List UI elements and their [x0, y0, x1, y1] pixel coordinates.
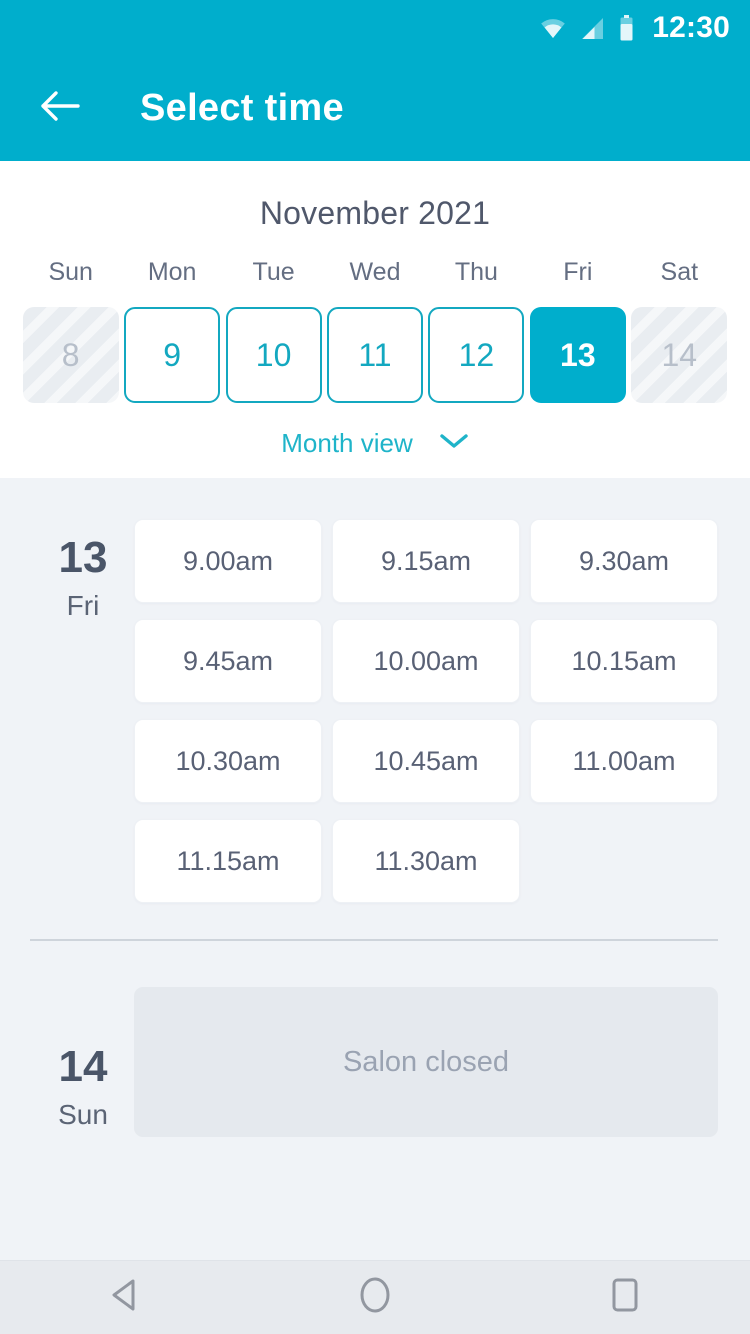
arrow-left-icon — [39, 89, 81, 128]
chevron-down-icon — [439, 432, 469, 455]
schedule-day-13: 13 Fri 9.00am 9.15am 9.30am 9.45am 10.00… — [0, 478, 750, 919]
date-row: 8 9 10 11 12 13 14 — [0, 307, 750, 403]
back-button[interactable] — [22, 71, 98, 147]
time-slot-1130am[interactable]: 11.30am — [332, 819, 520, 903]
calendar-month-title: November 2021 — [259, 195, 491, 231]
nav-back-button[interactable] — [70, 1261, 180, 1334]
day-of-week: Sun — [58, 1099, 108, 1130]
day-number: 14 — [58, 1042, 108, 1091]
salon-closed-card: Salon closed — [134, 987, 718, 1137]
weekday-label-wed: Wed — [349, 258, 401, 286]
nav-home-button[interactable] — [320, 1261, 430, 1334]
date-cell-14: 14 — [631, 307, 728, 403]
date-cell-wrap: 14 — [629, 307, 730, 403]
date-cell-10[interactable]: 10 — [225, 307, 322, 403]
date-cell-wrap: 9 — [121, 307, 222, 403]
month-view-toggle[interactable]: Month view — [0, 428, 750, 459]
time-slot-1100am[interactable]: 11.00am — [530, 719, 718, 803]
time-slot-915am[interactable]: 9.15am — [332, 519, 520, 603]
date-cell-9[interactable]: 9 — [124, 307, 221, 403]
day-label: 13 Fri — [32, 478, 134, 919]
weekday-label-thu: Thu — [454, 258, 498, 286]
time-slot-1000am[interactable]: 10.00am — [332, 619, 520, 703]
day-of-week: Fri — [66, 590, 100, 621]
day-label: 14 Sun — [32, 987, 134, 1137]
wifi-icon — [540, 17, 566, 39]
calendar-panel: November 2021 Sun Mon Tue Wed Thu Fri Sa… — [0, 161, 750, 478]
time-slot-1015am[interactable]: 10.15am — [530, 619, 718, 703]
time-slot-grid: 9.00am 9.15am 9.30am 9.45am 10.00am 10.1… — [134, 519, 718, 919]
status-bar: 12:30 — [0, 0, 750, 56]
weekday-label-sat: Sat — [660, 258, 699, 286]
time-slot-area: 9.00am 9.15am 9.30am 9.45am 10.00am 10.1… — [134, 478, 718, 919]
circle-home-icon — [357, 1275, 393, 1320]
date-cell-11[interactable]: 11 — [326, 307, 423, 403]
nav-recents-button[interactable] — [570, 1261, 680, 1334]
date-cell-wrap: 12 — [426, 307, 527, 403]
status-bar-clock: 12:30 — [652, 11, 730, 44]
phone-screen: 12:30 Select time November 2021 Sun Mon … — [0, 0, 750, 1334]
weekday-label-tue: Tue — [252, 258, 295, 286]
day-number: 13 — [58, 533, 108, 582]
time-slot-945am[interactable]: 9.45am — [134, 619, 322, 703]
weekday-label-mon: Mon — [147, 258, 197, 286]
android-nav-bar — [0, 1260, 750, 1334]
page-title: Select time — [140, 87, 344, 129]
date-cell-wrap: 11 — [324, 307, 425, 403]
time-slot-1115am[interactable]: 11.15am — [134, 819, 322, 903]
time-slot-900am[interactable]: 9.00am — [134, 519, 322, 603]
app-bar: Select time — [0, 56, 750, 161]
cellular-signal-icon — [580, 17, 605, 40]
weekday-label-fri: Fri — [563, 258, 593, 286]
battery-icon — [619, 15, 634, 41]
schedule-list: 13 Fri 9.00am 9.15am 9.30am 9.45am 10.00… — [0, 478, 750, 1260]
weekday-label-sun: Sun — [48, 258, 93, 286]
square-recents-icon — [609, 1276, 641, 1319]
date-cell-12[interactable]: 12 — [428, 307, 525, 403]
time-slot-1045am[interactable]: 10.45am — [332, 719, 520, 803]
date-cell-wrap: 13 — [527, 307, 628, 403]
date-cell-8: 8 — [22, 307, 119, 403]
time-slot-930am[interactable]: 9.30am — [530, 519, 718, 603]
schedule-day-14: 14 Sun Salon closed — [0, 987, 750, 1137]
date-cell-13[interactable]: 13 — [529, 307, 626, 403]
day-separator — [30, 939, 718, 941]
date-cell-wrap: 8 — [20, 307, 121, 403]
time-slot-1030am[interactable]: 10.30am — [134, 719, 322, 803]
date-cell-wrap: 10 — [223, 307, 324, 403]
month-view-label: Month view — [281, 428, 413, 458]
weekday-header-row: Sun Mon Tue Wed Thu Fri Sat — [0, 258, 750, 287]
triangle-back-icon — [108, 1277, 142, 1318]
